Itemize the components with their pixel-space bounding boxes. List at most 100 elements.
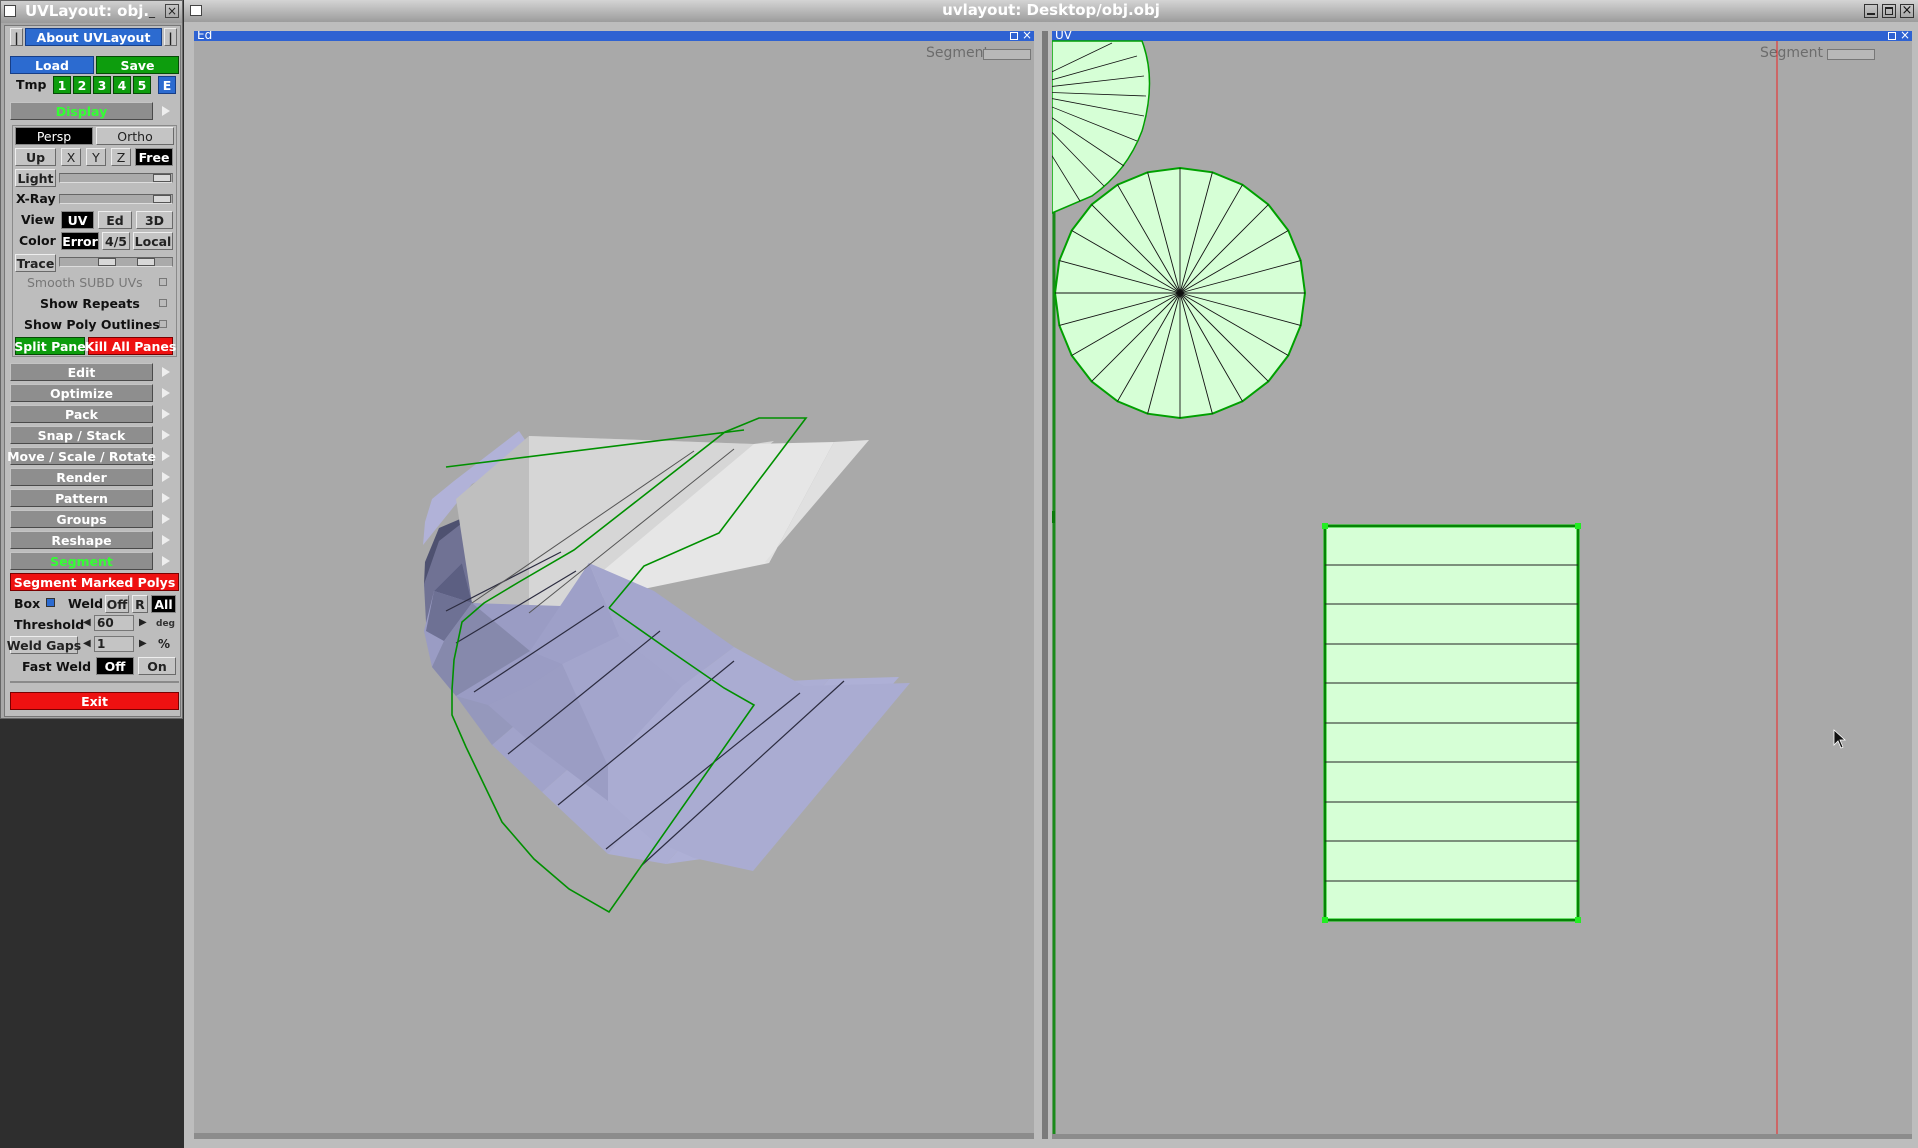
light-button[interactable]: Light [15,169,56,187]
trace-slider-handle-2[interactable] [137,258,155,266]
weld-gaps-button[interactable]: Weld Gaps [7,636,81,654]
main-minimize-icon[interactable] [1864,4,1878,18]
kill-all-panes-button[interactable]: Kill All Panes [85,337,176,355]
main-maximize-icon[interactable] [1882,4,1896,18]
slot-2-button[interactable]: 2 [73,76,91,94]
slot-4-button[interactable]: 4 [113,76,131,94]
segment-expand-icon[interactable] [162,556,170,566]
edit-expand-icon[interactable] [162,367,170,377]
menu-optimize[interactable]: Optimize [10,384,153,402]
threshold-decrease-icon[interactable]: ◀ [83,617,91,628]
exit-button[interactable]: Exit [10,692,179,710]
smooth-subd-label: Smooth SUBD UVs [27,275,143,290]
up-z-button[interactable]: Z [111,148,131,166]
show-repeats-checkbox[interactable] [159,299,167,307]
move-scale-rotate-expand-icon[interactable] [162,451,170,461]
slot-3-button[interactable]: 3 [93,76,111,94]
persp-button[interactable]: Persp [15,127,93,145]
reshape-expand-icon[interactable] [162,535,170,545]
display-expand-icon[interactable] [162,106,170,116]
menu-groups[interactable]: Groups [10,510,153,528]
fast-weld-off-button[interactable]: Off [96,657,134,675]
groups-expand-icon[interactable] [162,514,170,524]
slot-e-button[interactable]: E [158,76,176,94]
minimize-icon[interactable]: _ [149,4,155,18]
box-label: Box [14,596,41,611]
window-menu-icon[interactable] [4,5,16,17]
weld-gaps-input[interactable]: 1 [94,636,134,652]
view-uv-button[interactable]: UV [61,211,94,229]
up-x-button[interactable]: X [61,148,81,166]
view-label: View [21,212,55,227]
uv-shell-disc [1053,166,1307,420]
optimize-expand-icon[interactable] [162,388,170,398]
main-title: uvlayout: Desktop/obj.obj [942,1,1160,19]
segment-marked-polys-button[interactable]: Segment Marked Polys [10,573,179,591]
color-label: Color [19,233,56,248]
menu-edit[interactable]: Edit [10,363,153,381]
tmp-label: Tmp [16,77,47,92]
split-pane-button[interactable]: Split Pane [14,337,86,355]
uv-shell-rect [1322,523,1581,923]
ed-pane[interactable]: Ed × Segment [194,31,1034,1139]
show-poly-outlines-label: Show Poly Outlines [24,317,160,332]
menu-reshape[interactable]: Reshape [10,531,153,549]
ed-mesh-view[interactable] [194,31,1034,1139]
xray-slider-handle[interactable] [153,195,171,203]
panel-title: UVLayout: obj. [25,2,150,20]
menu-snap-stack[interactable]: Snap / Stack [10,426,153,444]
trace-button[interactable]: Trace [15,254,56,272]
light-slider-handle[interactable] [153,174,171,182]
uv-pane[interactable]: UV × Segment [1052,31,1912,1139]
trace-slider[interactable] [59,257,173,267]
scroll-right-handle[interactable]: | [164,28,177,46]
box-checkbox[interactable] [46,598,55,607]
weld-off-button[interactable]: Off [105,595,129,613]
weld-gaps-increase-icon[interactable]: ▶ [139,638,147,649]
view-3d-button[interactable]: 3D [136,211,173,229]
pack-expand-icon[interactable] [162,409,170,419]
save-button[interactable]: Save [96,56,179,74]
main-window: uvlayout: Desktop/obj.obj × Ed × Segment [184,0,1918,1148]
pattern-expand-icon[interactable] [162,493,170,503]
about-button[interactable]: About UVLayout [25,28,162,46]
show-poly-outlines-checkbox[interactable] [159,320,167,328]
up-free-button[interactable]: Free [135,148,173,166]
tool-panel: UVLayout: obj. _ × | About UVLayout | Lo… [0,0,183,719]
weld-r-button[interactable]: R [132,595,148,613]
main-close-icon[interactable]: × [1900,4,1914,18]
slot-5-button[interactable]: 5 [133,76,151,94]
weld-gaps-unit: % [158,637,171,651]
ortho-button[interactable]: Ortho [96,127,174,145]
weld-all-button[interactable]: All [151,595,176,613]
threshold-input[interactable]: 60 [94,615,134,631]
fast-weld-on-button[interactable]: On [138,657,176,675]
smooth-subd-checkbox[interactable] [159,278,167,286]
menu-move-scale-rotate[interactable]: Move / Scale / Rotate [7,447,156,465]
panel-titlebar[interactable]: UVLayout: obj. _ × [1,1,182,23]
up-button[interactable]: Up [15,148,56,166]
color-local-button[interactable]: Local [133,232,173,250]
threshold-increase-icon[interactable]: ▶ [139,617,147,628]
up-y-button[interactable]: Y [86,148,106,166]
view-ed-button[interactable]: Ed [98,211,132,229]
main-titlebar[interactable]: uvlayout: Desktop/obj.obj × [184,0,1918,22]
close-icon[interactable]: × [165,4,179,18]
render-expand-icon[interactable] [162,472,170,482]
color-45-button[interactable]: 4/5 [102,232,130,250]
weld-gaps-decrease-icon[interactable]: ◀ [83,638,91,649]
scroll-left-handle[interactable]: | [10,28,23,46]
trace-slider-handle-1[interactable] [98,258,116,266]
menu-pack[interactable]: Pack [10,405,153,423]
menu-segment[interactable]: Segment [10,552,153,570]
slot-1-button[interactable]: 1 [53,76,71,94]
color-error-button[interactable]: Error [61,232,99,250]
display-menu-button[interactable]: Display [10,102,153,120]
load-button[interactable]: Load [10,56,94,74]
threshold-label: Threshold [14,617,85,632]
snap-stack-expand-icon[interactable] [162,430,170,440]
pane-divider[interactable] [1042,31,1048,1139]
menu-pattern[interactable]: Pattern [10,489,153,507]
uv-view[interactable] [1052,31,1912,1139]
menu-render[interactable]: Render [10,468,153,486]
